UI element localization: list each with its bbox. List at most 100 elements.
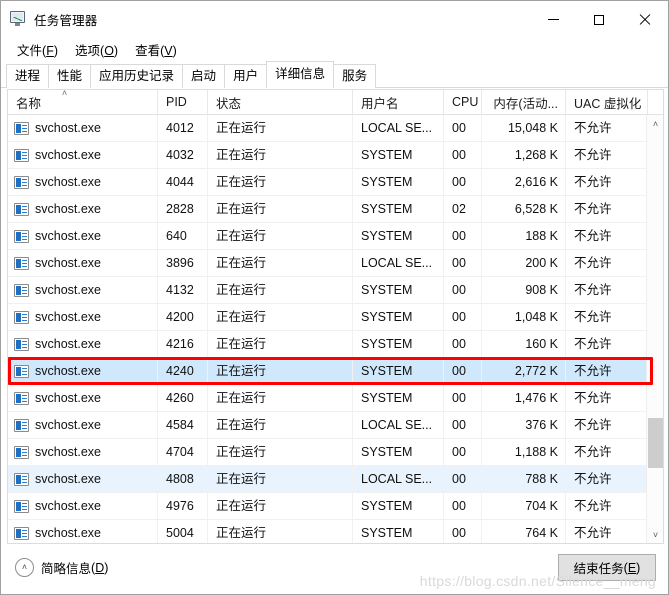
column-header-memory[interactable]: 内存(活动... bbox=[482, 90, 566, 114]
cell-user: SYSTEM bbox=[353, 303, 444, 331]
process-icon bbox=[14, 337, 29, 351]
column-header-label: 状态 bbox=[216, 96, 242, 111]
cell-cpu: 00 bbox=[444, 249, 482, 277]
menu-view-label: 查看 bbox=[135, 44, 161, 58]
minimize-button[interactable] bbox=[530, 1, 576, 38]
close-button[interactable] bbox=[622, 1, 668, 38]
process-name-label: svchost.exe bbox=[35, 471, 102, 486]
cell-cpu: 00 bbox=[444, 115, 482, 142]
cell-name: svchost.exe bbox=[8, 357, 158, 385]
table-row[interactable]: svchost.exe 2828 正在运行 SYSTEM 02 6,528 K 不允许 bbox=[8, 195, 663, 223]
tab-6[interactable]: 服务 bbox=[333, 64, 377, 88]
process-name-label: svchost.exe bbox=[35, 498, 102, 513]
task-manager-window: 任务管理器 文件(F) 选项(O) 查看(V) 进程 性能 应用历史记录 启动 用户 详细… bbox=[0, 0, 669, 595]
cell-memory: 2,772 K bbox=[482, 357, 566, 385]
cell-status: 正在运行 bbox=[208, 168, 353, 196]
process-name-label: svchost.exe bbox=[35, 255, 102, 270]
column-header-cpu[interactable]: CPU bbox=[444, 90, 482, 114]
tab-0[interactable]: 进程 bbox=[6, 64, 50, 88]
maximize-button[interactable] bbox=[576, 1, 622, 38]
process-name-label: svchost.exe bbox=[35, 363, 102, 378]
process-icon bbox=[14, 418, 29, 432]
cell-memory: 704 K bbox=[482, 492, 566, 520]
cell-user: LOCAL SE... bbox=[353, 249, 444, 277]
table-row[interactable]: svchost.exe 4132 正在运行 SYSTEM 00 908 K 不允许 bbox=[8, 276, 663, 304]
scroll-down-button[interactable]: ˅ bbox=[647, 526, 663, 543]
scrollbar-thumb[interactable] bbox=[648, 418, 663, 468]
tab-5[interactable]: 详细信息 bbox=[266, 61, 335, 88]
bottom-bar: ˄ 简略信息(D) 结束任务(E) https://blog.csdn.net/… bbox=[1, 545, 668, 594]
menu-view[interactable]: 查看(V) bbox=[127, 38, 186, 61]
table-row[interactable]: svchost.exe 4976 正在运行 SYSTEM 00 704 K 不允许 bbox=[8, 492, 663, 520]
menu-options[interactable]: 选项(O) bbox=[67, 38, 127, 61]
cell-uac: 不允许 bbox=[566, 249, 648, 277]
tab-3[interactable]: 启动 bbox=[182, 64, 226, 88]
process-name-label: svchost.exe bbox=[35, 174, 102, 189]
cell-memory: 1,268 K bbox=[482, 141, 566, 169]
window-controls bbox=[530, 1, 668, 38]
table-row[interactable]: svchost.exe 4044 正在运行 SYSTEM 00 2,616 K 不允许 bbox=[8, 168, 663, 196]
cell-name: svchost.exe bbox=[8, 330, 158, 358]
column-header-pid[interactable]: PID bbox=[158, 90, 208, 114]
table-row[interactable]: svchost.exe 4240 正在运行 SYSTEM 00 2,772 K 不允许 bbox=[8, 357, 663, 385]
tab-2[interactable]: 应用历史记录 bbox=[90, 64, 184, 88]
fewer-details-button[interactable]: ˄ 简略信息(D) bbox=[15, 558, 108, 577]
table-row[interactable]: svchost.exe 4584 正在运行 LOCAL SE... 00 376 K 不允许 bbox=[8, 411, 663, 439]
cell-status: 正在运行 bbox=[208, 411, 353, 439]
column-header-name[interactable]: 名称 ˄ bbox=[8, 90, 158, 114]
table-row[interactable]: svchost.exe 640 正在运行 SYSTEM 00 188 K 不允许 bbox=[8, 222, 663, 250]
menu-file[interactable]: 文件(F) bbox=[9, 38, 67, 61]
column-header-status[interactable]: 状态 bbox=[208, 90, 353, 114]
cell-memory: 1,188 K bbox=[482, 438, 566, 466]
cell-uac: 不允许 bbox=[566, 411, 648, 439]
cell-name: svchost.exe bbox=[8, 465, 158, 493]
cell-user: SYSTEM bbox=[353, 357, 444, 385]
cell-pid: 640 bbox=[158, 222, 208, 250]
cell-status: 正在运行 bbox=[208, 303, 353, 331]
cell-name: svchost.exe bbox=[8, 303, 158, 331]
cell-memory: 764 K bbox=[482, 519, 566, 543]
cell-uac: 不允许 bbox=[566, 465, 648, 493]
cell-status: 正在运行 bbox=[208, 195, 353, 223]
cell-status: 正在运行 bbox=[208, 276, 353, 304]
vertical-scrollbar[interactable]: ˄ ˅ bbox=[646, 115, 663, 543]
column-header-user[interactable]: 用户名 bbox=[353, 90, 444, 114]
cell-uac: 不允许 bbox=[566, 438, 648, 466]
process-name-label: svchost.exe bbox=[35, 201, 102, 216]
cell-name: svchost.exe bbox=[8, 519, 158, 543]
table-row[interactable]: svchost.exe 5004 正在运行 SYSTEM 00 764 K 不允许 bbox=[8, 519, 663, 543]
table-row[interactable]: svchost.exe 4704 正在运行 SYSTEM 00 1,188 K 不允许 bbox=[8, 438, 663, 466]
column-header-label: 用户名 bbox=[361, 96, 399, 111]
table-row[interactable]: svchost.exe 4200 正在运行 SYSTEM 00 1,048 K 不允许 bbox=[8, 303, 663, 331]
tab-1[interactable]: 性能 bbox=[48, 64, 92, 88]
table-row[interactable]: svchost.exe 4216 正在运行 SYSTEM 00 160 K 不允许 bbox=[8, 330, 663, 358]
column-header-label: PID bbox=[166, 95, 187, 109]
cell-user: SYSTEM bbox=[353, 330, 444, 358]
cell-uac: 不允许 bbox=[566, 492, 648, 520]
table-header-row: 名称 ˄ PID 状态 用户名 CPU 内存(活动... UAC 虚拟化 bbox=[8, 90, 663, 115]
cell-status: 正在运行 bbox=[208, 438, 353, 466]
table-row[interactable]: svchost.exe 4808 正在运行 LOCAL SE... 00 788 K 不允许 bbox=[8, 465, 663, 493]
cell-status: 正在运行 bbox=[208, 465, 353, 493]
end-task-button[interactable]: 结束任务(E) bbox=[558, 554, 656, 581]
cell-user: SYSTEM bbox=[353, 195, 444, 223]
cell-memory: 200 K bbox=[482, 249, 566, 277]
cell-user: LOCAL SE... bbox=[353, 115, 444, 142]
tab-4[interactable]: 用户 bbox=[224, 64, 268, 88]
cell-uac: 不允许 bbox=[566, 168, 648, 196]
cell-cpu: 00 bbox=[444, 303, 482, 331]
cell-name: svchost.exe bbox=[8, 195, 158, 223]
cell-name: svchost.exe bbox=[8, 168, 158, 196]
table-row[interactable]: svchost.exe 3896 正在运行 LOCAL SE... 00 200 K 不允许 bbox=[8, 249, 663, 277]
table-row[interactable]: svchost.exe 4032 正在运行 SYSTEM 00 1,268 K 不允许 bbox=[8, 141, 663, 169]
column-header-uac[interactable]: UAC 虚拟化 bbox=[566, 90, 648, 114]
cell-cpu: 00 bbox=[444, 465, 482, 493]
cell-pid: 4216 bbox=[158, 330, 208, 358]
table-row[interactable]: svchost.exe 4012 正在运行 LOCAL SE... 00 15,048 K… bbox=[8, 115, 663, 142]
cell-status: 正在运行 bbox=[208, 249, 353, 277]
cell-name: svchost.exe bbox=[8, 249, 158, 277]
scroll-up-button[interactable]: ˄ bbox=[647, 115, 663, 132]
cell-user: SYSTEM bbox=[353, 222, 444, 250]
cell-memory: 188 K bbox=[482, 222, 566, 250]
table-row[interactable]: svchost.exe 4260 正在运行 SYSTEM 00 1,476 K 不允许 bbox=[8, 384, 663, 412]
